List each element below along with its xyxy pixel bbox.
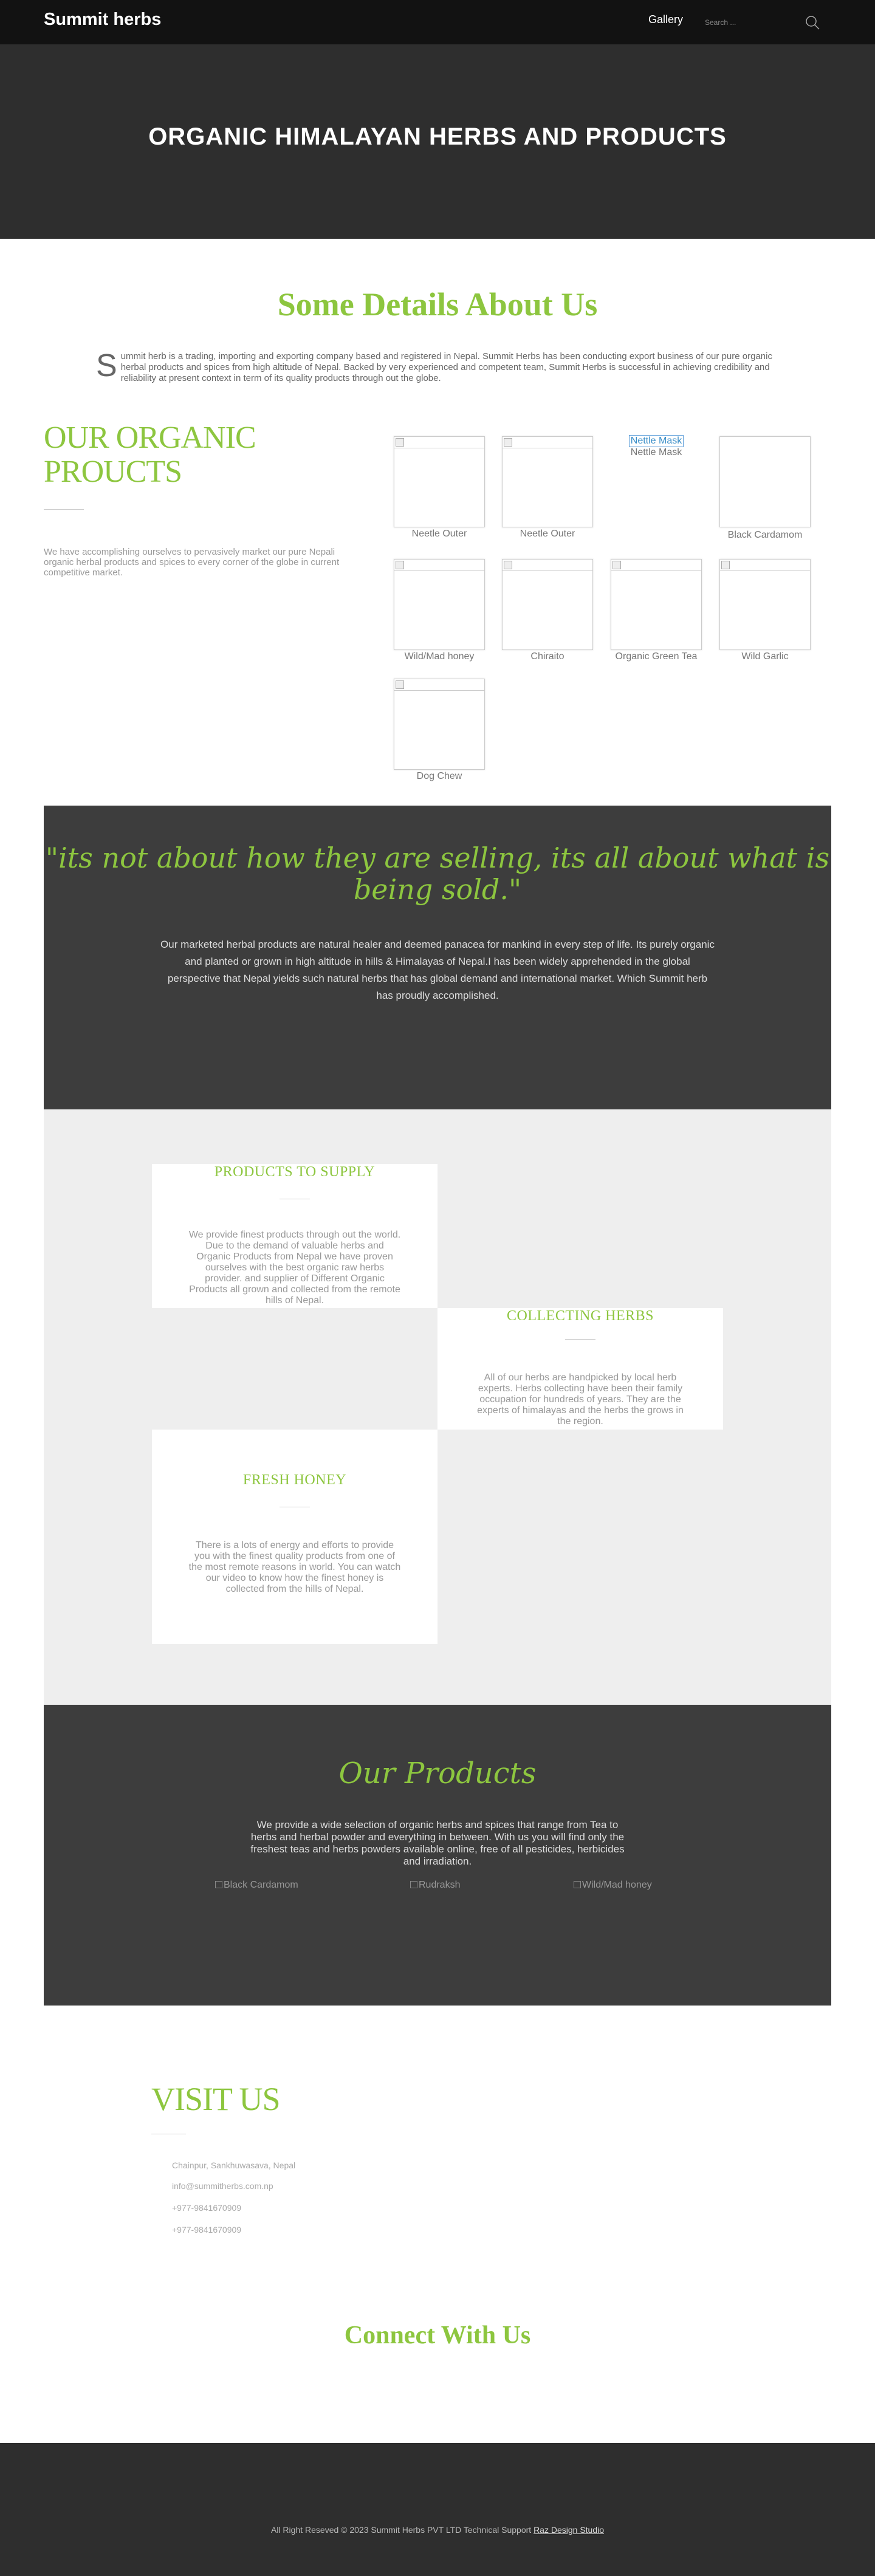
carousel-item[interactable]: Wild/Mad honey [574,1880,652,1891]
product-image[interactable] [394,559,485,650]
visit-title: VISIT US [151,2081,281,2117]
address-text: Chainpur, Sankhuwasava, Nepal [172,2160,296,2170]
phone-text[interactable]: +977-9841670909 [172,2203,241,2213]
broken-image-icon [574,1881,581,1888]
organic-text: We have accomplishing ourselves to perva… [44,547,340,578]
contact-phone[interactable]: +977-9841670909 [151,2203,241,2213]
broken-image-icon [721,561,730,569]
about-dropcap: S [96,348,117,383]
search-input[interactable] [705,15,778,30]
service-title: FRESH HONEY [242,1472,347,1488]
broken-image-icon [215,1881,222,1888]
services-section: PRODUCTS TO SUPPLY We provide finest pro… [44,1109,831,1705]
carousel-item[interactable]: Black Cardamom [215,1880,298,1891]
broken-image-icon [396,438,404,447]
product-label: Black Cardamom [727,530,803,540]
about-body: ummit herb is a trading, importing and e… [120,351,772,383]
product-card[interactable]: Neetle Outer [394,436,485,540]
product-image[interactable] [502,436,593,527]
about-text: S ummit herb is a trading, importing and… [96,348,779,384]
product-card[interactable]: Nettle Mask Nettle Mask [623,435,690,458]
service-card: COLLECTING HERBS All of our herbs are ha… [437,1308,723,1430]
quote-section: "its not about how they are selling, its… [44,806,831,1109]
hero-banner: ORGANIC HIMALAYAN HERBS AND PRODUCTS [0,44,875,239]
contact-address: Chainpur, Sankhuwasava, Nepal [151,2160,295,2170]
connect-title: Connect With Us [344,2321,531,2349]
product-image[interactable] [719,436,811,527]
product-card[interactable]: Organic Green Tea [611,559,702,662]
product-label: Chiraito [530,651,564,662]
contact-email[interactable]: info@summitherbs.com.np [151,2181,273,2191]
our-products-title: Our Products [338,1756,537,1790]
about-title: Some Details About Us [277,286,598,323]
product-image[interactable] [611,559,702,650]
broken-image-icon [396,680,404,689]
service-text: We provide finest products through out t… [188,1230,401,1306]
quote-body: Our marketed herbal products are natural… [160,939,715,1001]
footer-credit-link[interactable]: Raz Design Studio [534,2525,604,2535]
phone-text[interactable]: +977-9841670909 [172,2225,241,2235]
our-products-section: Our Products We provide a wide selection… [44,1705,831,2006]
carousel-item-label: Black Cardamom [224,1880,298,1890]
product-card[interactable]: Dog Chew [394,679,485,782]
broken-image-icon [396,561,404,569]
service-text: There is a lots of energy and efforts to… [188,1540,401,1594]
broken-image-icon [410,1881,417,1888]
service-card: FRESH HONEY There is a lots of energy an… [152,1430,437,1644]
product-card[interactable]: Neetle Outer [502,436,593,540]
contact-phone[interactable]: +977-9841670909 [151,2225,241,2235]
carousel-item-label: Wild/Mad honey [582,1880,652,1890]
carousel-item-label: Rudraksh [419,1880,461,1890]
product-label: Neetle Outer [520,529,575,539]
product-card[interactable]: Chiraito [502,559,593,662]
organic-title: OUR ORGANIC PROUCTS [44,420,256,489]
navbar: Summit herbs Gallery [0,0,875,44]
product-label: Nettle Mask [630,447,682,457]
divider [44,509,84,510]
broken-image-icon [612,561,621,569]
product-label: Organic Green Tea [615,651,698,662]
service-card: PRODUCTS TO SUPPLY We provide finest pro… [152,1164,437,1308]
product-card[interactable]: Wild Garlic [719,559,811,662]
service-text: All of our herbs are handpicked by local… [477,1372,684,1427]
product-card[interactable]: Wild/Mad honey [394,559,485,662]
product-image[interactable] [394,679,485,770]
service-title: COLLECTING HERBS [507,1308,654,1324]
hero-title: ORGANIC HIMALAYAN HERBS AND PRODUCTS [148,123,727,150]
footer-text: All Right Reseved © 2023 Summit Herbs PV… [0,2525,875,2535]
nav-gallery-link[interactable]: Gallery [648,13,683,26]
product-image-link[interactable]: Nettle Mask [628,435,684,447]
carousel-item[interactable]: Rudraksh [410,1880,460,1891]
product-card[interactable]: Black Cardamom [719,436,811,541]
service-title: PRODUCTS TO SUPPLY [214,1164,376,1180]
our-products-text: We provide a wide selection of organic h… [250,1819,625,1867]
search-icon[interactable] [802,12,823,33]
quote-text: "its not about how they are selling, its… [45,841,830,906]
product-image[interactable] [394,436,485,527]
copyright-text: All Right Reseved © 2023 Summit Herbs PV… [270,2525,532,2535]
site-brand[interactable]: Summit herbs [44,10,161,30]
product-label: Neetle Outer [411,529,467,539]
product-label: Wild/Mad honey [404,651,475,662]
divider [565,1339,595,1340]
product-image[interactable] [719,559,811,650]
broken-image-icon [504,438,512,447]
broken-image-icon [504,561,512,569]
product-image[interactable] [502,559,593,650]
product-label: Wild Garlic [741,651,789,662]
product-label: Dog Chew [416,771,462,781]
footer: All Right Reseved © 2023 Summit Herbs PV… [0,2443,875,2576]
email-text[interactable]: info@summitherbs.com.np [172,2181,273,2191]
